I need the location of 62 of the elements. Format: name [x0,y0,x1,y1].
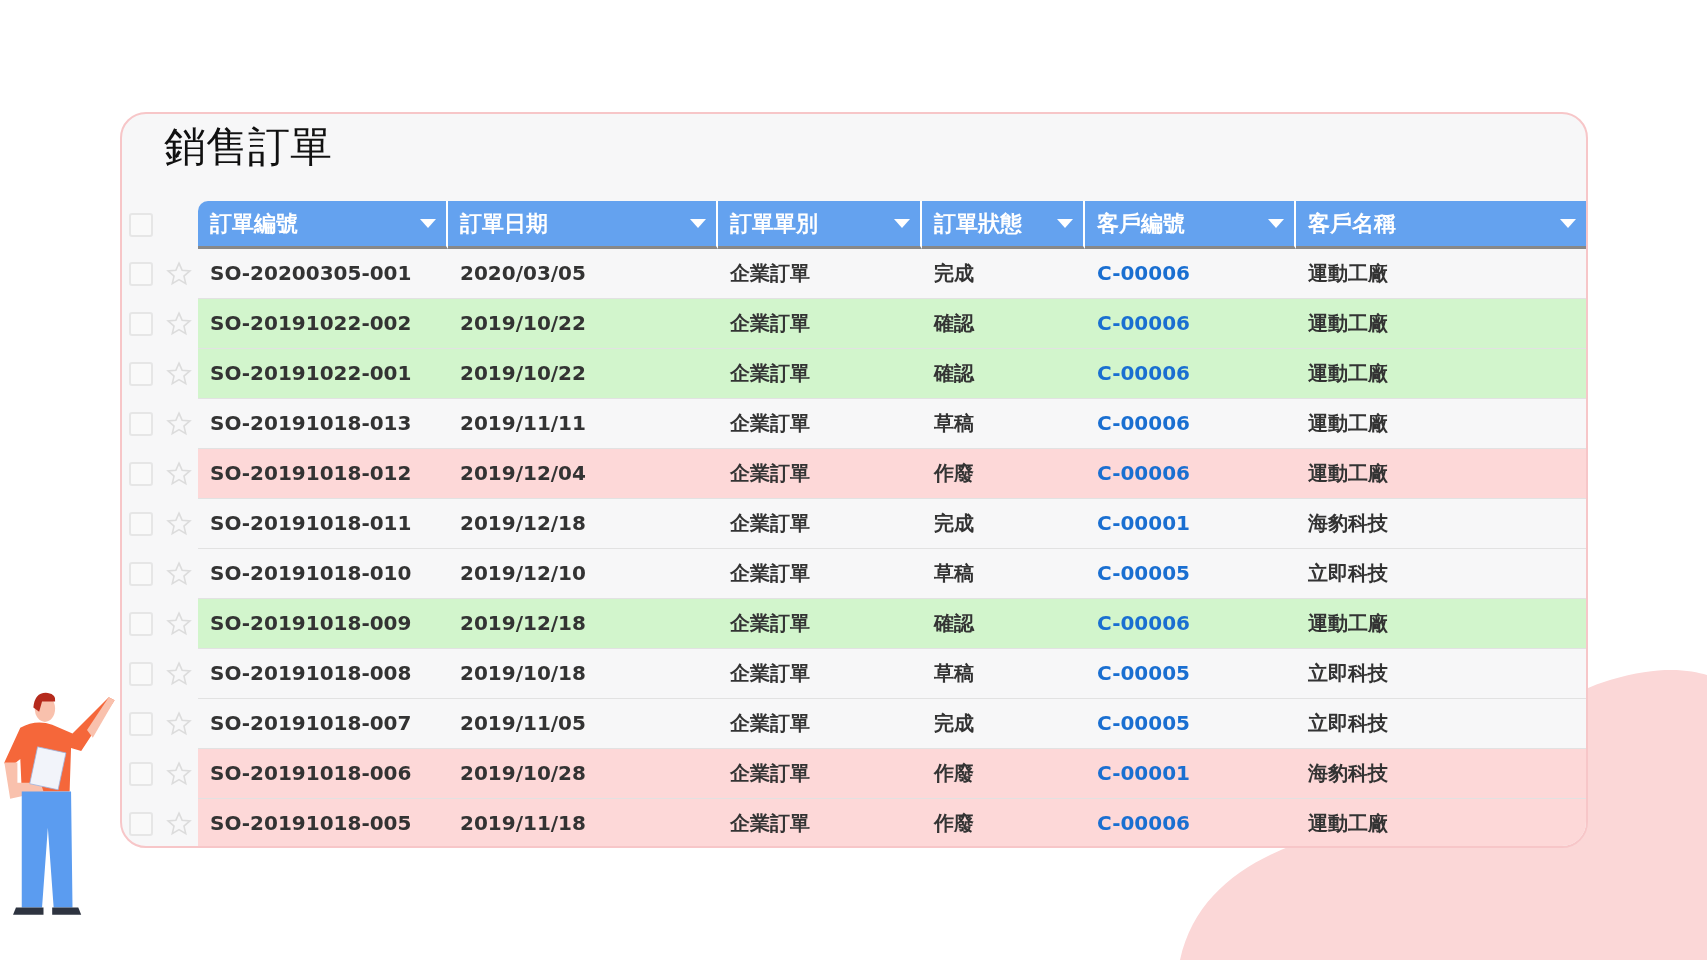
table-cell: 2019/10/22 [448,298,718,349]
star-icon[interactable] [166,610,192,637]
customer-link[interactable]: C-00006 [1085,298,1296,349]
caret-icon[interactable] [894,218,910,228]
table-cell: 企業訂單 [718,798,922,846]
star-icon[interactable] [166,710,192,737]
star-icon[interactable] [166,660,192,687]
customer-link[interactable]: C-00001 [1085,748,1296,799]
checkbox[interactable] [129,811,153,836]
star-icon[interactable] [166,810,192,837]
table-cell: 運動工廠 [1296,298,1586,349]
table-cell: 2019/10/28 [448,748,718,799]
star-icon[interactable] [166,410,192,437]
column-header[interactable]: 客戶編號 [1085,200,1296,249]
table-cell: 作廢 [922,798,1085,846]
table-cell: 企業訂單 [718,748,922,799]
column-header[interactable]: 客戶名稱 [1296,200,1586,249]
star-icon[interactable] [166,560,192,587]
star-icon[interactable] [166,460,192,487]
caret-icon[interactable] [690,218,706,228]
table-cell: 2019/12/04 [448,448,718,499]
star-icon[interactable] [166,760,192,787]
table-cell: 運動工廠 [1296,448,1586,499]
table-cell: 確認 [922,598,1085,649]
column-header[interactable]: 訂單編號 [198,200,448,249]
table-cell: 企業訂單 [718,298,922,349]
table-cell: 企業訂單 [718,598,922,649]
table-cell: 2019/10/22 [448,348,718,399]
caret-icon[interactable] [1560,218,1576,228]
table-cell: 企業訂單 [718,348,922,399]
table-cell: 運動工廠 [1296,598,1586,649]
column-header[interactable]: 訂單單別 [718,200,922,249]
customer-link[interactable]: C-00006 [1085,448,1296,499]
table-cell: 確認 [922,348,1085,399]
table-cell: SO-20191018-006 [198,748,448,799]
table-cell: 確認 [922,298,1085,349]
star-icon[interactable] [166,360,192,387]
customer-link[interactable]: C-00006 [1085,348,1296,399]
page-title: 銷售訂單 [164,121,332,173]
table-cell: 2019/12/18 [448,598,718,649]
caret-icon[interactable] [420,218,436,228]
table-cell: SO-20191018-005 [198,798,448,846]
table-cell: 海豹科技 [1296,748,1586,799]
table-cell: 運動工廠 [1296,798,1586,846]
star-icon[interactable] [166,510,192,537]
table-cell: 2019/11/18 [448,798,718,846]
table-cell: SO-20191018-012 [198,448,448,499]
star-icon[interactable] [166,260,192,287]
caret-icon[interactable] [1057,218,1073,228]
star-icon[interactable] [166,310,192,337]
table-cell: SO-20191022-001 [198,348,448,399]
table-cell: 企業訂單 [718,448,922,499]
table-cell: 作廢 [922,448,1085,499]
caret-icon[interactable] [1268,218,1284,228]
table-cell: SO-20191018-009 [198,598,448,649]
column-header[interactable]: 訂單狀態 [922,200,1085,249]
column-header[interactable]: 訂單日期 [448,200,718,249]
table-cell: 運動工廠 [1296,348,1586,399]
table-cell: 作廢 [922,748,1085,799]
customer-link[interactable]: C-00006 [1085,798,1296,846]
customer-link[interactable]: C-00006 [1085,598,1296,649]
table-cell: SO-20191022-002 [198,298,448,349]
